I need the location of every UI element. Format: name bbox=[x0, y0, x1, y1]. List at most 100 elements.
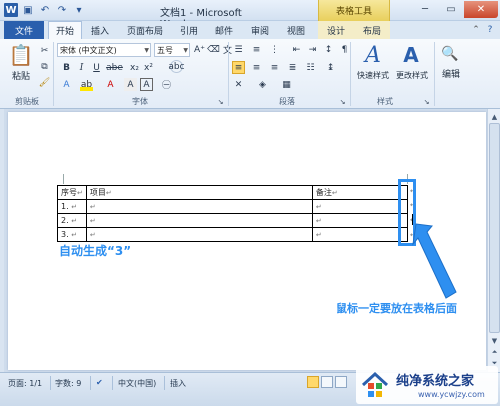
numbering-icon[interactable]: ≡ bbox=[250, 43, 263, 56]
shading-icon[interactable]: ◈ bbox=[256, 78, 269, 91]
table-cell[interactable]: 2. ↵ bbox=[57, 213, 87, 228]
table-row[interactable]: 1. ↵ ↵ ↵ bbox=[57, 199, 409, 214]
table-cell[interactable]: ↵ bbox=[85, 213, 313, 228]
tab-references[interactable]: 引用 bbox=[174, 21, 204, 39]
underline-icon[interactable]: U bbox=[90, 61, 103, 74]
line-spacing-icon[interactable]: ↨ bbox=[324, 61, 337, 74]
chinese-layout-icon[interactable]: ✕ bbox=[232, 78, 245, 91]
page-indicator[interactable]: 页面: 1/1 bbox=[8, 378, 42, 389]
grow-font-icon[interactable]: A⁺ bbox=[193, 43, 206, 56]
group-divider bbox=[434, 42, 435, 106]
copy-icon[interactable]: ⧉ bbox=[38, 60, 51, 73]
tab-view[interactable]: 视图 bbox=[278, 21, 314, 39]
styles-dialog-launcher-icon[interactable]: ↘ bbox=[420, 95, 433, 108]
change-styles-icon[interactable]: A bbox=[398, 42, 424, 68]
italic-icon[interactable]: I bbox=[75, 61, 88, 74]
table-cell[interactable]: ↵ bbox=[85, 227, 313, 242]
char-border-icon[interactable]: A bbox=[140, 78, 153, 91]
bold-icon[interactable]: B bbox=[60, 61, 73, 74]
row-number: 3. bbox=[61, 230, 69, 239]
table-cell[interactable]: ↵ bbox=[311, 199, 409, 214]
clear-format-icon[interactable]: ⌫ bbox=[207, 43, 220, 56]
quick-styles-button[interactable]: 快速样式 bbox=[352, 69, 394, 81]
multilevel-list-icon[interactable]: ⋮ bbox=[268, 43, 281, 56]
distribute-icon[interactable]: ☷ bbox=[304, 61, 317, 74]
tab-file[interactable]: 文件 bbox=[4, 21, 44, 39]
bullets-icon[interactable]: ☰ bbox=[232, 43, 245, 56]
tab-page-layout[interactable]: 页面布局 bbox=[118, 21, 172, 39]
redo-icon[interactable]: ↷ bbox=[55, 3, 69, 17]
superscript-icon[interactable]: x² bbox=[142, 61, 155, 74]
tab-insert[interactable]: 插入 bbox=[84, 21, 116, 39]
find-icon[interactable]: 🔍 bbox=[440, 44, 460, 64]
strikethrough-icon[interactable]: abe bbox=[106, 61, 123, 74]
align-left-icon[interactable]: ≡ bbox=[232, 61, 245, 74]
justify-icon[interactable]: ≣ bbox=[286, 61, 299, 74]
font-dialog-launcher-icon[interactable]: ↘ bbox=[214, 95, 227, 108]
close-icon[interactable]: ✕ bbox=[464, 1, 498, 18]
table-cell[interactable]: ↵ bbox=[311, 227, 409, 242]
help-icon[interactable]: ? bbox=[484, 21, 496, 39]
quick-styles-icon[interactable]: A bbox=[360, 42, 386, 68]
scroll-thumb[interactable] bbox=[489, 123, 500, 333]
document-table[interactable]: 序号↵ 项目↵ 备注↵ 1. ↵ ↵ ↵ 2. ↵ ↵ ↵ 3. ↵ ↵ ↵ bbox=[57, 185, 409, 242]
web-layout-view-icon[interactable] bbox=[335, 376, 347, 388]
change-styles-button[interactable]: 更改样式 bbox=[393, 69, 431, 81]
sort-icon[interactable]: ↕ bbox=[322, 43, 335, 56]
word-count[interactable]: 字数: 9 bbox=[55, 378, 81, 389]
table-row[interactable]: 2. ↵ ↵ ↵ bbox=[57, 213, 409, 228]
table-cell[interactable]: 备注↵ bbox=[311, 185, 409, 200]
undo-icon[interactable]: ↶ bbox=[38, 3, 52, 17]
table-cell[interactable]: 序号↵ bbox=[57, 185, 87, 200]
table-cell[interactable]: 3. ↵ bbox=[57, 227, 87, 242]
scroll-up-icon[interactable]: ▲ bbox=[489, 111, 500, 122]
borders-icon[interactable]: ▦ bbox=[280, 78, 293, 91]
ribbon-minimize-icon[interactable]: ⌃ bbox=[470, 21, 482, 39]
font-color-icon[interactable]: A bbox=[104, 78, 117, 91]
increase-indent-icon[interactable]: ⇥ bbox=[306, 43, 319, 56]
insert-mode[interactable]: 插入 bbox=[170, 378, 186, 389]
vertical-scrollbar[interactable]: ▲ ▼ ⏶ ⏷ bbox=[487, 109, 500, 372]
minimize-icon[interactable]: ─ bbox=[412, 1, 438, 18]
table-row[interactable]: 序号↵ 项目↵ 备注↵ bbox=[57, 185, 409, 200]
paragraph-mark: ↵ bbox=[315, 231, 322, 239]
group-divider bbox=[228, 42, 229, 106]
enclose-char-icon[interactable]: ㊀ bbox=[160, 78, 173, 91]
word-app-icon[interactable]: W bbox=[4, 3, 18, 17]
editing-button[interactable]: 编辑 bbox=[436, 67, 466, 80]
prev-page-icon[interactable]: ⏶ bbox=[489, 347, 500, 358]
paragraph-dialog-launcher-icon[interactable]: ↘ bbox=[336, 95, 349, 108]
tab-home[interactable]: 开始 bbox=[48, 21, 82, 39]
tab-layout[interactable]: 布局 bbox=[354, 21, 390, 39]
table-cell[interactable]: ↵ bbox=[85, 199, 313, 214]
align-right-icon[interactable]: ≡ bbox=[268, 61, 281, 74]
print-layout-view-icon[interactable] bbox=[307, 376, 319, 388]
table-cell[interactable]: 1. ↵ bbox=[57, 199, 87, 214]
language-indicator[interactable]: 中文(中国) bbox=[118, 378, 156, 389]
change-case-icon[interactable]: abc bbox=[168, 60, 185, 73]
reading-view-icon[interactable] bbox=[321, 376, 333, 388]
tab-review[interactable]: 审阅 bbox=[244, 21, 276, 39]
table-row[interactable]: 3. ↵ ↵ ↵ bbox=[57, 227, 409, 242]
paste-button[interactable]: 粘贴 bbox=[6, 69, 36, 82]
highlight-icon[interactable]: ab bbox=[80, 78, 93, 91]
format-painter-icon[interactable]: 🖌 bbox=[38, 76, 51, 89]
font-size-dropdown[interactable]: 五号 ▼ bbox=[154, 43, 190, 57]
save-icon[interactable]: ▣ bbox=[21, 3, 35, 17]
table-cell[interactable]: 项目↵ bbox=[85, 185, 313, 200]
char-shading-icon[interactable]: A bbox=[124, 78, 137, 91]
cut-icon[interactable]: ✂ bbox=[38, 44, 51, 57]
proofing-icon[interactable]: ✔ bbox=[96, 378, 103, 387]
tab-design[interactable]: 设计 bbox=[318, 21, 354, 39]
table-cell[interactable]: ↵ bbox=[311, 213, 409, 228]
maximize-icon[interactable]: ▭ bbox=[438, 1, 464, 18]
decrease-indent-icon[interactable]: ⇤ bbox=[290, 43, 303, 56]
scroll-down-icon[interactable]: ▼ bbox=[489, 335, 500, 346]
paste-icon[interactable]: 📋 bbox=[8, 42, 34, 68]
align-center-icon[interactable]: ≡ bbox=[250, 61, 263, 74]
text-effects-icon[interactable]: A bbox=[60, 78, 73, 91]
customize-qat-icon[interactable]: ▾ bbox=[72, 3, 86, 17]
tab-mailings[interactable]: 邮件 bbox=[206, 21, 242, 39]
subscript-icon[interactable]: x₂ bbox=[128, 61, 141, 74]
font-name-dropdown[interactable]: 宋体 (中文正文) ▼ bbox=[57, 43, 151, 57]
